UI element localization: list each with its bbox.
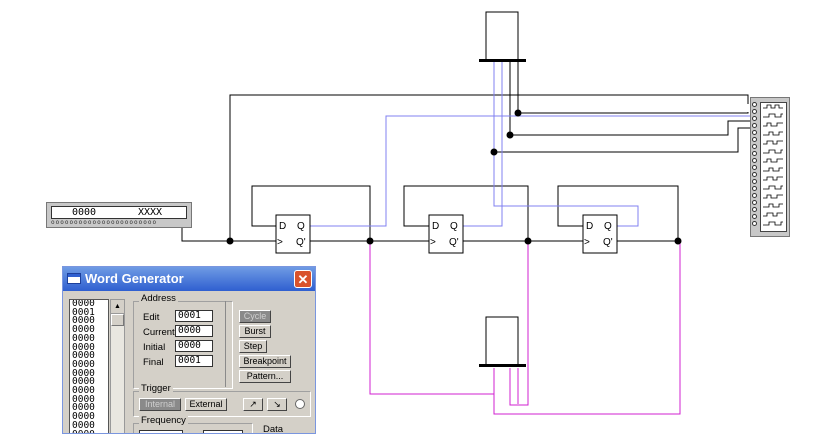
flip-flop-2[interactable]: D Q > Q'	[428, 214, 464, 254]
ff3-clk: >	[584, 237, 590, 248]
step-button[interactable]: Step	[239, 340, 267, 353]
logic-analyzer-screen	[760, 102, 787, 232]
rising-edge-button[interactable]: ↗	[243, 398, 263, 411]
initial-label: Initial	[143, 342, 166, 353]
rising-edge-icon: ↗	[249, 399, 257, 409]
word-generator-final-word: XXXX	[138, 207, 163, 218]
ff1-d: D	[279, 221, 286, 232]
word-list[interactable]: 0000 0001 0000 0000 0000 0000 0000 0000 …	[69, 299, 109, 433]
word-generator-display: 0000 XXXX	[51, 206, 187, 219]
word-generator-instrument[interactable]: 0000 XXXX ooooooooooooooooooooooo	[46, 202, 192, 228]
bottom-probe-block[interactable]	[479, 316, 526, 367]
frequency-field[interactable]	[139, 430, 183, 433]
blue-probe-wires	[310, 62, 750, 227]
cycle-button[interactable]: Cycle	[239, 310, 271, 323]
word-generator-current-word: 0000	[72, 207, 97, 218]
edit-label: Edit	[143, 312, 160, 323]
frequency-unit-field[interactable]	[203, 430, 243, 433]
window-icon	[67, 273, 81, 284]
ff2-d: D	[432, 221, 439, 232]
word-list-scrollbar[interactable]: ▲	[110, 299, 125, 433]
scroll-up-arrow-icon[interactable]: ▲	[111, 300, 124, 314]
internal-trigger-button[interactable]: Internal	[139, 398, 181, 411]
current-address-field[interactable]: 0000	[175, 325, 213, 337]
burst-button[interactable]: Burst	[239, 325, 271, 338]
magenta-probe-wires	[369, 241, 681, 415]
scroll-thumb[interactable]	[111, 314, 124, 326]
ff3-d: D	[586, 221, 593, 232]
top-probe-block[interactable]	[479, 11, 526, 62]
black-wires	[181, 62, 750, 242]
ff1-qn: Q'	[296, 237, 306, 248]
logic-analyzer-instrument[interactable]	[750, 97, 790, 237]
ff1-clk: >	[277, 237, 283, 248]
ff2-clk: >	[430, 237, 436, 248]
trigger-group-title: Trigger	[139, 383, 173, 394]
initial-address-field[interactable]: 0000	[175, 340, 213, 352]
logic-analyzer-traces	[763, 104, 783, 226]
logic-analyzer-pins	[752, 102, 759, 234]
address-group-title: Address	[139, 293, 178, 304]
close-icon: ✕	[297, 272, 309, 287]
final-address-field[interactable]: 0001	[175, 355, 213, 367]
falling-edge-icon: ↘	[273, 399, 281, 409]
flip-flop-3[interactable]: D Q > Q'	[582, 214, 618, 254]
current-label: Current	[143, 327, 175, 338]
flip-flop-1[interactable]: D Q > Q'	[275, 214, 311, 254]
ff2-q: Q	[450, 221, 458, 232]
close-button[interactable]: ✕	[294, 270, 312, 288]
word-generator-pins: ooooooooooooooooooooooo	[51, 220, 158, 226]
ff2-qn: Q'	[449, 237, 459, 248]
breakpoint-button[interactable]: Breakpoint	[239, 355, 291, 368]
falling-edge-button[interactable]: ↘	[267, 398, 287, 411]
ff3-qn: Q'	[603, 237, 613, 248]
edit-address-field[interactable]: 0001	[175, 310, 213, 322]
ff1-q: Q	[297, 221, 305, 232]
final-label: Final	[143, 357, 164, 368]
list-item[interactable]: 0000	[72, 429, 108, 433]
pattern-button[interactable]: Pattern...	[239, 370, 291, 383]
word-generator-dialog[interactable]: Word Generator ✕ 0000 0001 0000 0000 000…	[62, 266, 316, 434]
vertical-separator	[225, 301, 226, 387]
dialog-title: Word Generator	[85, 271, 184, 286]
frequency-group-title: Frequency	[139, 415, 188, 426]
external-trigger-button[interactable]: External	[185, 398, 227, 411]
data-label: Data	[263, 424, 284, 434]
ff3-q: Q	[604, 221, 612, 232]
dialog-titlebar[interactable]: Word Generator ✕	[63, 267, 315, 291]
trigger-radio[interactable]	[295, 399, 305, 409]
